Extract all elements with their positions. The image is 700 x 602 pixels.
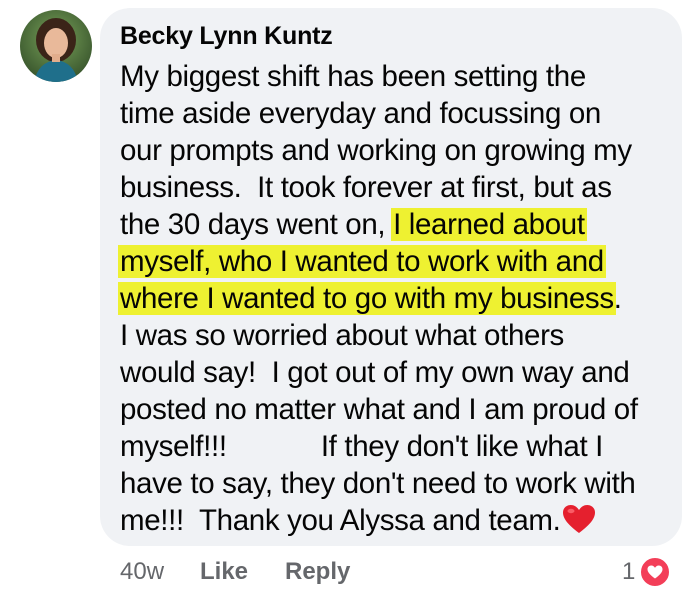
comment-text: . [613,282,622,315]
comment-line: me!!! Thank you Alyssa and team. [120,503,596,539]
reply-button[interactable]: Reply [285,558,350,586]
comment-line: have to say, they don't need to work wit… [120,467,636,500]
comment-timestamp[interactable]: 40w [120,558,200,586]
highlighted-text: I learned about [391,208,587,241]
comment-line: My biggest shift has been setting the [120,60,586,93]
comment-line: posted no matter what and I am proud of [120,393,638,426]
comment-line: where I wanted to go with my business. [118,281,622,317]
reaction-count: 1 [622,558,636,585]
comment-line: business. It took forever at first, but … [120,171,612,204]
love-reaction-icon [639,556,672,588]
highlighted-text: myself, who I wanted to work with and [118,245,606,278]
heart-emoji-icon [562,504,596,534]
comment-line: myself!!! If they don't like what I [120,430,604,463]
comment-text: me!!! Thank you Alyssa and team. [120,504,561,537]
reaction-summary[interactable]: 1 [622,556,672,588]
comment-line: would say! I got out of my own way and [120,356,630,389]
comment-author[interactable]: Becky Lynn Kuntz [120,22,333,51]
avatar[interactable] [20,10,92,82]
comment-actions: 40w Like Reply [120,558,350,586]
comment-text: the 30 days went on, [120,208,394,241]
like-button[interactable]: Like [200,558,285,586]
comment-line: I was so worried about what others [120,319,564,352]
comment-line: our prompts and working on growing my [120,134,632,167]
comment-line: myself, who I wanted to work with and [118,244,606,280]
comment-line: time aside everyday and focussing on [120,97,601,130]
comment-line: the 30 days went on, I learned about [120,207,587,243]
highlighted-text: where I wanted to go with my business [118,282,616,315]
